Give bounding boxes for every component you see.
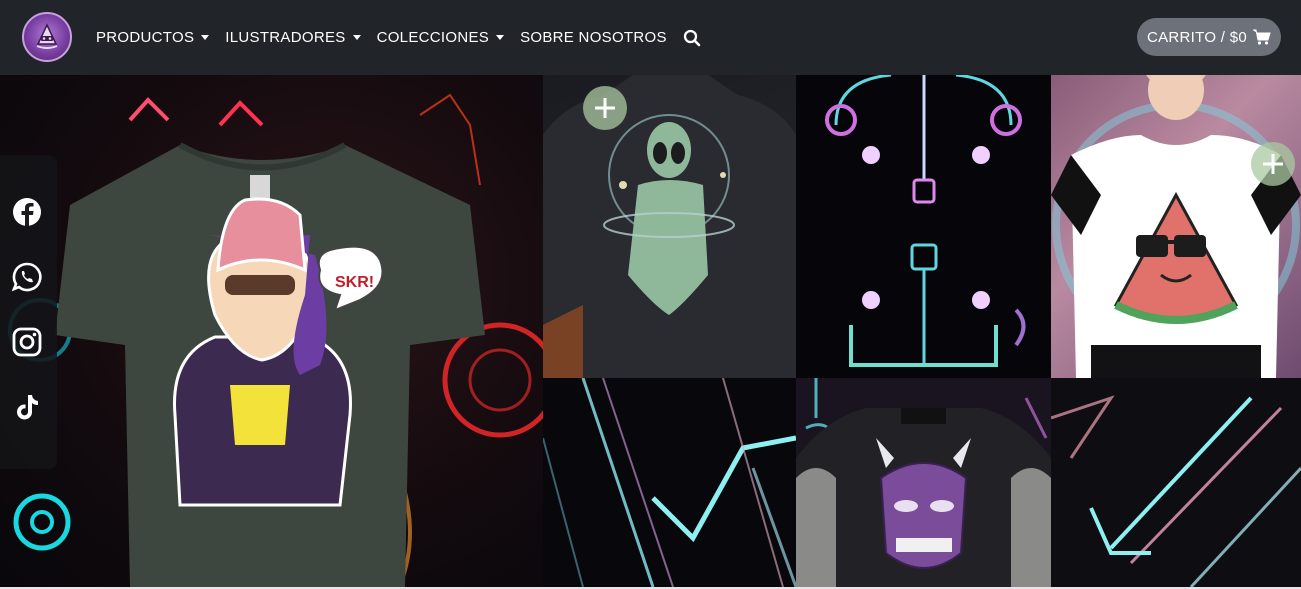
caret-down-icon: [201, 35, 210, 40]
search-icon[interactable]: [683, 29, 701, 47]
tile-neon-diagonal-art[interactable]: [1051, 378, 1301, 587]
tile-neon-headphones-art[interactable]: [796, 75, 1051, 378]
add-to-cart-button[interactable]: [1251, 142, 1295, 186]
cart-icon: [1253, 29, 1271, 45]
add-to-cart-button[interactable]: [583, 86, 627, 130]
tile-oni-mask-tshirt[interactable]: [796, 378, 1051, 587]
cart-label: CARRITO / $0: [1146, 28, 1248, 46]
tile-neon-lines-art[interactable]: [543, 378, 796, 587]
menu-colecciones[interactable]: COLECCIONES: [377, 29, 505, 46]
hero-tshirt-image[interactable]: SKR!: [0, 75, 543, 587]
plus-icon: [1263, 154, 1283, 174]
cart-button[interactable]: CARRITO / $0: [1137, 18, 1281, 56]
top-navbar: PRODUCTOS ILUSTRADORES COLECCIONES SOBRE…: [0, 0, 1301, 75]
instagram-icon[interactable]: [12, 327, 42, 357]
tile-watermelon-tshirt[interactable]: [1051, 75, 1301, 378]
main-menu: PRODUCTOS ILUSTRADORES COLECCIONES SOBRE…: [96, 0, 701, 75]
tile-alien-tshirt[interactable]: [543, 75, 796, 378]
whatsapp-icon[interactable]: [11, 262, 42, 292]
caret-down-icon: [352, 35, 361, 40]
menu-label: SOBRE NOSOTROS: [520, 29, 667, 46]
facebook-icon[interactable]: [12, 197, 42, 227]
menu-label: PRODUCTOS: [96, 29, 195, 46]
tiktok-icon[interactable]: [12, 392, 42, 422]
caret-down-icon: [496, 35, 505, 40]
logo-icon[interactable]: [22, 12, 72, 62]
social-sidebar: [0, 155, 57, 469]
menu-label: ILUSTRADORES: [225, 29, 346, 46]
speech-bubble-text: SKR!: [335, 274, 374, 291]
menu-label: COLECCIONES: [376, 29, 490, 46]
menu-productos[interactable]: PRODUCTOS: [96, 29, 210, 46]
menu-ilustradores[interactable]: ILUSTRADORES: [225, 29, 361, 46]
plus-icon: [595, 98, 615, 118]
menu-sobre-nosotros[interactable]: SOBRE NOSOTROS: [520, 29, 667, 46]
